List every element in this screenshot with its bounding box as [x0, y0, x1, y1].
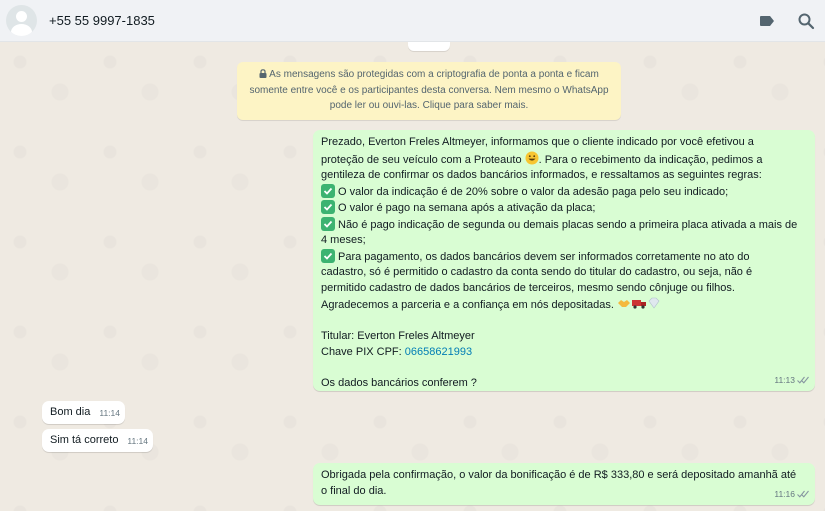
check-mark-emoji-icon	[321, 200, 335, 214]
message-text: Bom dia	[50, 406, 91, 418]
chat-header: +55 55 9997-1835	[0, 0, 825, 42]
message-text: Titular: Everton Freles Altmeyer	[321, 330, 475, 342]
message-text: cadastro, só é permitido o cadastro da c…	[321, 266, 753, 278]
message-text: permitido cadastro de dados bancários de…	[321, 281, 735, 294]
incoming-message[interactable]: Sim tá correto 11:14	[42, 429, 153, 452]
truck-emoji-icon	[631, 300, 646, 309]
message-text: proteção de seu veículo com a Proteauto	[321, 153, 522, 166]
message-meta: 11:13	[774, 373, 810, 389]
message-text: 4 meses;	[321, 234, 366, 246]
message-text: Prezado, Everton Freles Altmeyer, inform…	[321, 136, 754, 148]
encryption-notice[interactable]: As mensagens são protegidas com a cripto…	[237, 62, 621, 120]
message-text: Obrigada pela confirmação, o valor da bo…	[321, 469, 797, 481]
message-time: 11:14	[99, 407, 120, 418]
label-icon[interactable]	[758, 12, 776, 30]
message-text: O valor é pago na semana após a ativação…	[338, 202, 596, 214]
contact-avatar[interactable]	[6, 5, 37, 36]
chat-area[interactable]: As mensagens são protegidas com a cripto…	[0, 42, 825, 511]
lock-icon	[259, 69, 267, 78]
check-mark-emoji-icon	[321, 183, 335, 198]
check-mark-emoji-icon	[321, 216, 335, 231]
double-check-icon	[797, 376, 809, 384]
message-text: Os dados bancários conferem ?	[321, 376, 477, 389]
handshake-emoji-icon	[617, 300, 630, 307]
outgoing-message[interactable]: Obrigada pela confirmação, o valor da bo…	[313, 463, 815, 505]
pix-key-link[interactable]: 06658621993	[405, 346, 472, 358]
incoming-message[interactable]: Bom dia 11:14	[42, 401, 125, 424]
check-mark-emoji-icon	[321, 248, 335, 263]
date-chip	[408, 42, 450, 51]
outgoing-message[interactable]: Prezado, Everton Freles Altmeyer, inform…	[313, 130, 815, 391]
message-text: gentileza de confirmar os dados bancário…	[321, 169, 762, 181]
encryption-notice-line: As mensagens são protegidas com a cripto…	[269, 69, 599, 80]
message-time: 11:16	[774, 488, 795, 499]
contact-name[interactable]: +55 55 9997-1835	[49, 13, 155, 28]
message-text: Sim tá correto	[50, 434, 119, 446]
double-check-icon	[797, 490, 809, 498]
message-text: Para pagamento, os dados bancários devem…	[338, 250, 750, 263]
message-time: 11:13	[774, 374, 795, 385]
diamond-emoji-icon	[648, 297, 660, 309]
message-meta: 11:14	[99, 406, 120, 422]
message-text: Chave PIX CPF:	[321, 345, 405, 358]
encryption-notice-line: somente entre você e os participantes de…	[249, 84, 609, 96]
message-text: Não é pago indicação de segunda ou demai…	[338, 218, 798, 231]
search-icon[interactable]	[797, 12, 815, 30]
encryption-notice-line: pode ler ou ouvi-las. Clique para saber …	[329, 100, 529, 111]
message-meta: 11:14	[127, 434, 148, 450]
message-text: o final do dia.	[321, 484, 387, 497]
grinning-emoji-icon	[525, 151, 539, 164]
message-time: 11:14	[127, 435, 148, 446]
message-meta: 11:16	[774, 487, 810, 503]
message-text: Para o recebimento da indicação, pedimos…	[544, 153, 763, 166]
message-text: O valor da indicação é de 20% sobre o va…	[338, 185, 729, 198]
message-text: Agradecemos a parceria e a confiança em …	[321, 299, 614, 311]
